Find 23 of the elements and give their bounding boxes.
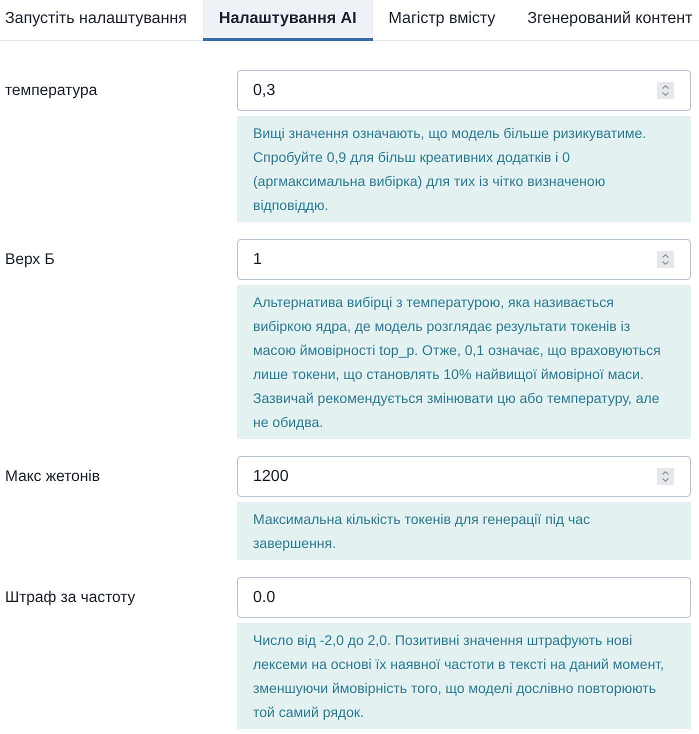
- field-label: Верх Б: [5, 251, 55, 268]
- input-field[interactable]: 1: [237, 239, 691, 280]
- tab[interactable]: Згенерований контент: [511, 0, 699, 41]
- help-text: Альтернатива вибірці з температурою, яка називається вибіркою ядра, де модель розглядає результати токенів із масою ймовірності top_p. Отже, 0,1 означає, що враховуються лише токени, що становлять 10% найвищої ймовірної маси. Зазвичай рекомендується змінювати цю або температуру, але не обидва.: [237, 285, 691, 439]
- help-text: Вищі значення означають, що модель більше ризикуватиме. Спробуйте 0,9 для більш креативних додатків і 0 (аргмаксимальна вибірка) для тих із чітко визначеною відповіддю.: [237, 116, 691, 222]
- help-text: Максимальна кількість токенів для генерації під час завершення.: [237, 502, 691, 560]
- input-field[interactable]: 0,3: [237, 70, 691, 111]
- field-label: температура: [5, 82, 98, 99]
- help-text: Число від -2,0 до 2,0. Позитивні значення штрафують нові лексеми на основі їх наявної частоти в тексті на даний момент, зменшуючи ймовірність того, що моделі дослівно повторюють той самий рядок.: [237, 623, 691, 729]
- input-field[interactable]: 0.0: [237, 577, 691, 618]
- spinner-icon[interactable]: [657, 468, 674, 485]
- input-field[interactable]: 1200: [237, 456, 691, 497]
- spinner-icon[interactable]: [657, 82, 674, 99]
- input-value: 0.0: [253, 588, 276, 608]
- tab[interactable]: Налаштування AI: [202, 0, 373, 41]
- spinner-icon[interactable]: [657, 251, 674, 268]
- input-value: 0,3: [253, 80, 276, 100]
- field-label: Штраф за частоту: [5, 589, 136, 606]
- input-value: 1: [253, 250, 262, 270]
- tab[interactable]: Магістр вмісту: [372, 0, 512, 41]
- tab[interactable]: Запустіть налаштування: [0, 0, 203, 41]
- field-label: Макс жетонів: [5, 468, 100, 485]
- input-value: 1200: [253, 466, 289, 486]
